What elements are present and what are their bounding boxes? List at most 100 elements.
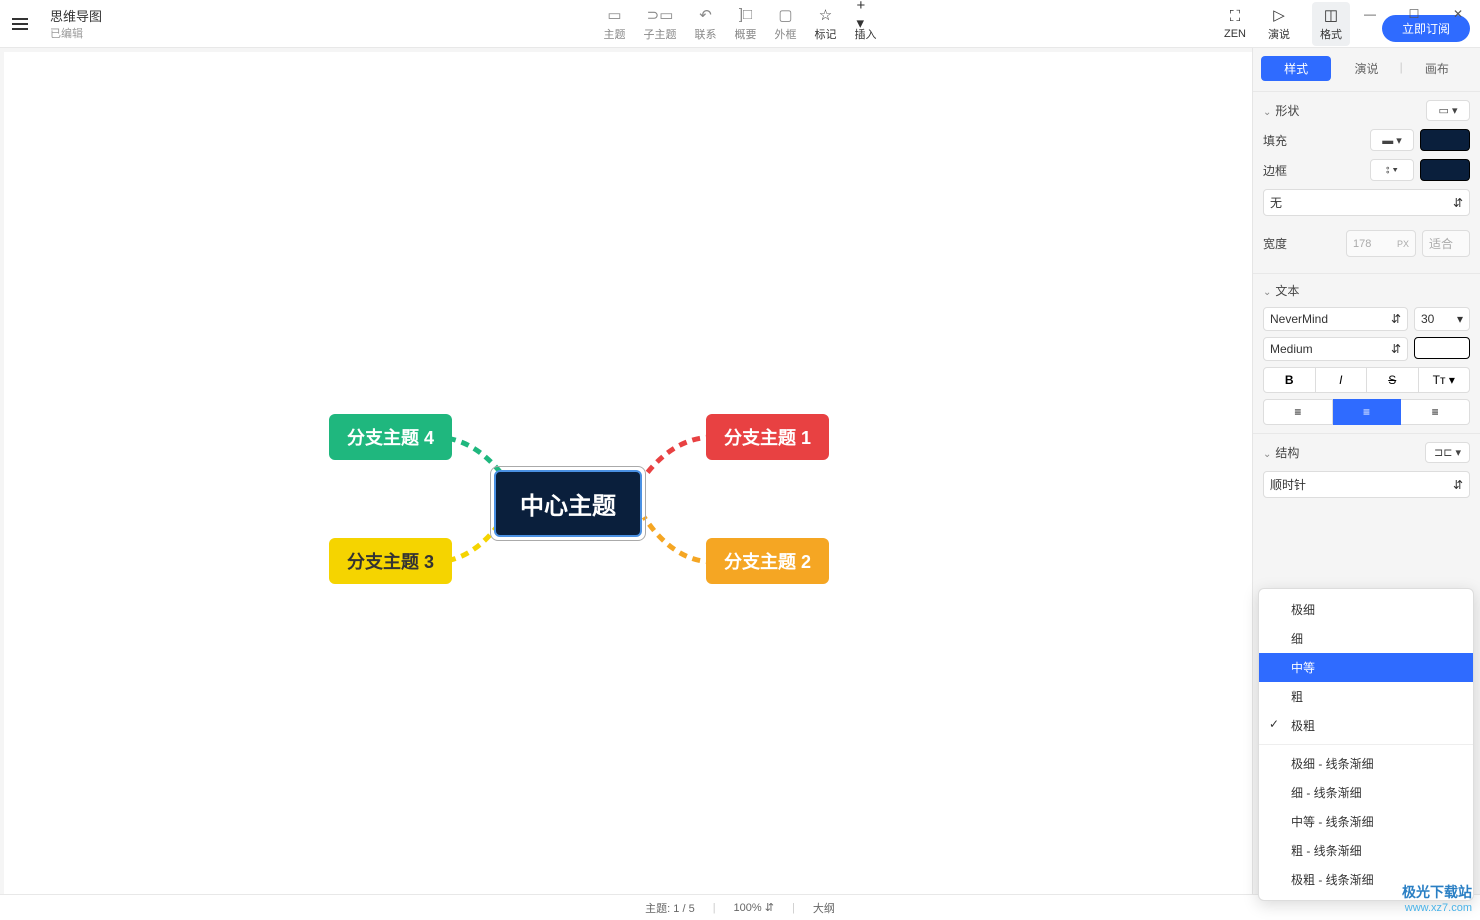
chevron-down-icon: ⌄: [1263, 107, 1271, 118]
toolbar-present-label: 演说: [1268, 26, 1290, 42]
toolbar-topic-label: 主题: [604, 26, 626, 42]
zen-icon: ⛶: [1226, 8, 1244, 26]
fill-style-selector[interactable]: ▬ ▾: [1370, 129, 1414, 151]
chevron-down-icon: ⌄: [1263, 287, 1271, 298]
panel-tabs: 样式 演说 画布: [1261, 56, 1472, 81]
toolbar-topic[interactable]: ▭ 主题: [604, 6, 626, 42]
toolbar-relation[interactable]: ↶ 联系: [695, 6, 717, 42]
topic-icon: ▭: [606, 6, 624, 24]
updown-icon: ⇵: [1453, 196, 1463, 210]
dropdown-item-0[interactable]: 极细: [1259, 595, 1473, 624]
case-button[interactable]: Tт ▾: [1419, 367, 1471, 393]
boundary-icon: ▢: [777, 6, 795, 24]
dropdown-divider: [1259, 744, 1473, 745]
watermark-title: 极光下载站: [1402, 882, 1472, 902]
node-branch-2[interactable]: 分支主题 2: [706, 538, 829, 584]
status-outline[interactable]: 大纲: [813, 900, 835, 916]
toolbar-format-label: 格式: [1320, 26, 1342, 42]
border-width-value: 无: [1270, 194, 1282, 211]
shape-selector[interactable]: ▭ ▾: [1426, 100, 1470, 121]
text-label: 文本: [1275, 284, 1299, 298]
updown-icon: ⇵: [1453, 478, 1463, 492]
section-structure: ⌄结构 ⊐⊏ ▾ 顺时针⇵: [1253, 433, 1480, 506]
shape-label: 形状: [1275, 104, 1299, 118]
hamburger-menu[interactable]: [0, 18, 40, 30]
dropdown-item-2[interactable]: 中等: [1259, 653, 1473, 682]
window-minimize[interactable]: —: [1348, 0, 1392, 28]
toolbar-subtopic-label: 子主题: [644, 26, 677, 42]
toolbar-subtopic[interactable]: ⊃▭ 子主题: [644, 6, 677, 42]
toolbar-zen-label: ZEN: [1224, 28, 1246, 40]
toolbar-format[interactable]: ◫ 格式: [1312, 2, 1350, 46]
tab-present[interactable]: 演说: [1331, 56, 1401, 81]
status-topic: 主题: 1 / 5: [645, 900, 695, 916]
align-center-button[interactable]: ≡: [1333, 399, 1402, 425]
window-controls: — ☐ ✕: [1348, 0, 1480, 28]
chevron-down-icon: ▾: [1457, 312, 1463, 326]
check-icon: ✓: [1269, 717, 1279, 731]
bold-button[interactable]: B: [1263, 367, 1316, 393]
side-panel: 样式 演说 画布 ⌄形状 ▭ ▾ 填充 ▬ ▾ 边框 ⦂ ▾: [1252, 48, 1480, 894]
toolbar-relation-label: 联系: [695, 26, 717, 42]
font-family-select[interactable]: NeverMind⇵: [1263, 307, 1408, 331]
structure-direction-select[interactable]: 顺时针⇵: [1263, 471, 1470, 498]
toolbar-marker-label: 标记: [815, 26, 837, 42]
toolbar-boundary[interactable]: ▢ 外框: [775, 6, 797, 42]
format-icon: ◫: [1322, 6, 1340, 24]
relation-icon: ↶: [697, 6, 715, 24]
border-width-select[interactable]: 无⇵: [1263, 189, 1470, 216]
italic-button[interactable]: I: [1316, 367, 1368, 393]
toolbar-present[interactable]: ▷ 演说: [1268, 6, 1290, 42]
fill-color-swatch[interactable]: [1420, 129, 1470, 151]
node-branch-3[interactable]: 分支主题 3: [329, 538, 452, 584]
status-zoom[interactable]: 100% ⇵: [734, 901, 774, 914]
border-color-swatch[interactable]: [1420, 159, 1470, 181]
toolbar-right: ⛶ ZEN ▷ 演说 ◫ 格式: [1224, 2, 1350, 46]
strike-button[interactable]: S: [1367, 367, 1419, 393]
node-center[interactable]: 中心主题: [494, 470, 642, 537]
tab-canvas[interactable]: 画布: [1402, 56, 1472, 81]
canvas[interactable]: 中心主题 分支主题 4 分支主题 1 分支主题 3 分支主题 2: [4, 52, 1252, 894]
subtopic-icon: ⊃▭: [651, 6, 669, 24]
toolbar-summary[interactable]: ]□概要: [735, 6, 757, 42]
dropdown-item-6[interactable]: 细 - 线条渐细: [1259, 778, 1473, 807]
dropdown-item-7[interactable]: 中等 - 线条渐细: [1259, 807, 1473, 836]
font-size-select[interactable]: 30▾: [1414, 307, 1470, 331]
width-label: 宽度: [1263, 235, 1287, 252]
width-fit-button[interactable]: 适合: [1422, 230, 1470, 257]
present-icon: ▷: [1270, 6, 1288, 24]
structure-label: 结构: [1275, 446, 1299, 460]
section-text: ⌄ 文本 NeverMind⇵ 30▾ Medium⇵ B I S Tт ▾ ≡ …: [1253, 273, 1480, 433]
width-input[interactable]: 178 PX: [1346, 230, 1416, 257]
font-color-swatch[interactable]: [1414, 337, 1470, 359]
toolbar-zen[interactable]: ⛶ ZEN: [1224, 8, 1246, 40]
toolbar-boundary-label: 外框: [775, 26, 797, 42]
updown-icon: ⇵: [1391, 342, 1401, 356]
dropdown-item-1[interactable]: 细: [1259, 624, 1473, 653]
dropdown-item-8[interactable]: 粗 - 线条渐细: [1259, 836, 1473, 865]
text-align-group: ≡ ≡ ≡: [1263, 399, 1470, 425]
titlebar: 思维导图 已编辑 ▭ 主题 ⊃▭ 子主题 ↶ 联系 ]□概要 ▢ 外框 ☆ 标记 + ▾插…: [0, 0, 1480, 48]
align-left-button[interactable]: ≡: [1263, 399, 1333, 425]
window-maximize[interactable]: ☐: [1392, 0, 1436, 28]
document-status: 已编辑: [50, 25, 102, 41]
line-width-dropdown: 极细 细 中等 粗 ✓极粗 极细 - 线条渐细 细 - 线条渐细 中等 - 线条…: [1258, 588, 1474, 901]
align-right-button[interactable]: ≡: [1401, 399, 1470, 425]
structure-selector[interactable]: ⊐⊏ ▾: [1425, 442, 1470, 463]
toolbar-insert-label: 插入: [855, 26, 877, 42]
toolbar-marker[interactable]: ☆ 标记: [815, 6, 837, 42]
summary-icon: ]□: [737, 6, 755, 24]
toolbar-insert[interactable]: + ▾插入: [855, 6, 877, 42]
node-branch-1[interactable]: 分支主题 1: [706, 414, 829, 460]
watermark: 极光下载站 www.xz7.com: [1402, 882, 1472, 914]
tab-style[interactable]: 样式: [1261, 56, 1331, 81]
border-style-selector[interactable]: ⦂ ▾: [1370, 159, 1414, 181]
dropdown-item-5[interactable]: 极细 - 线条渐细: [1259, 749, 1473, 778]
font-weight-select[interactable]: Medium⇵: [1263, 337, 1408, 361]
dropdown-item-4[interactable]: ✓极粗: [1259, 711, 1473, 740]
title-group: 思维导图 已编辑: [50, 6, 102, 41]
dropdown-item-3[interactable]: 粗: [1259, 682, 1473, 711]
node-branch-4[interactable]: 分支主题 4: [329, 414, 452, 460]
window-close[interactable]: ✕: [1436, 0, 1480, 28]
marker-icon: ☆: [817, 6, 835, 24]
